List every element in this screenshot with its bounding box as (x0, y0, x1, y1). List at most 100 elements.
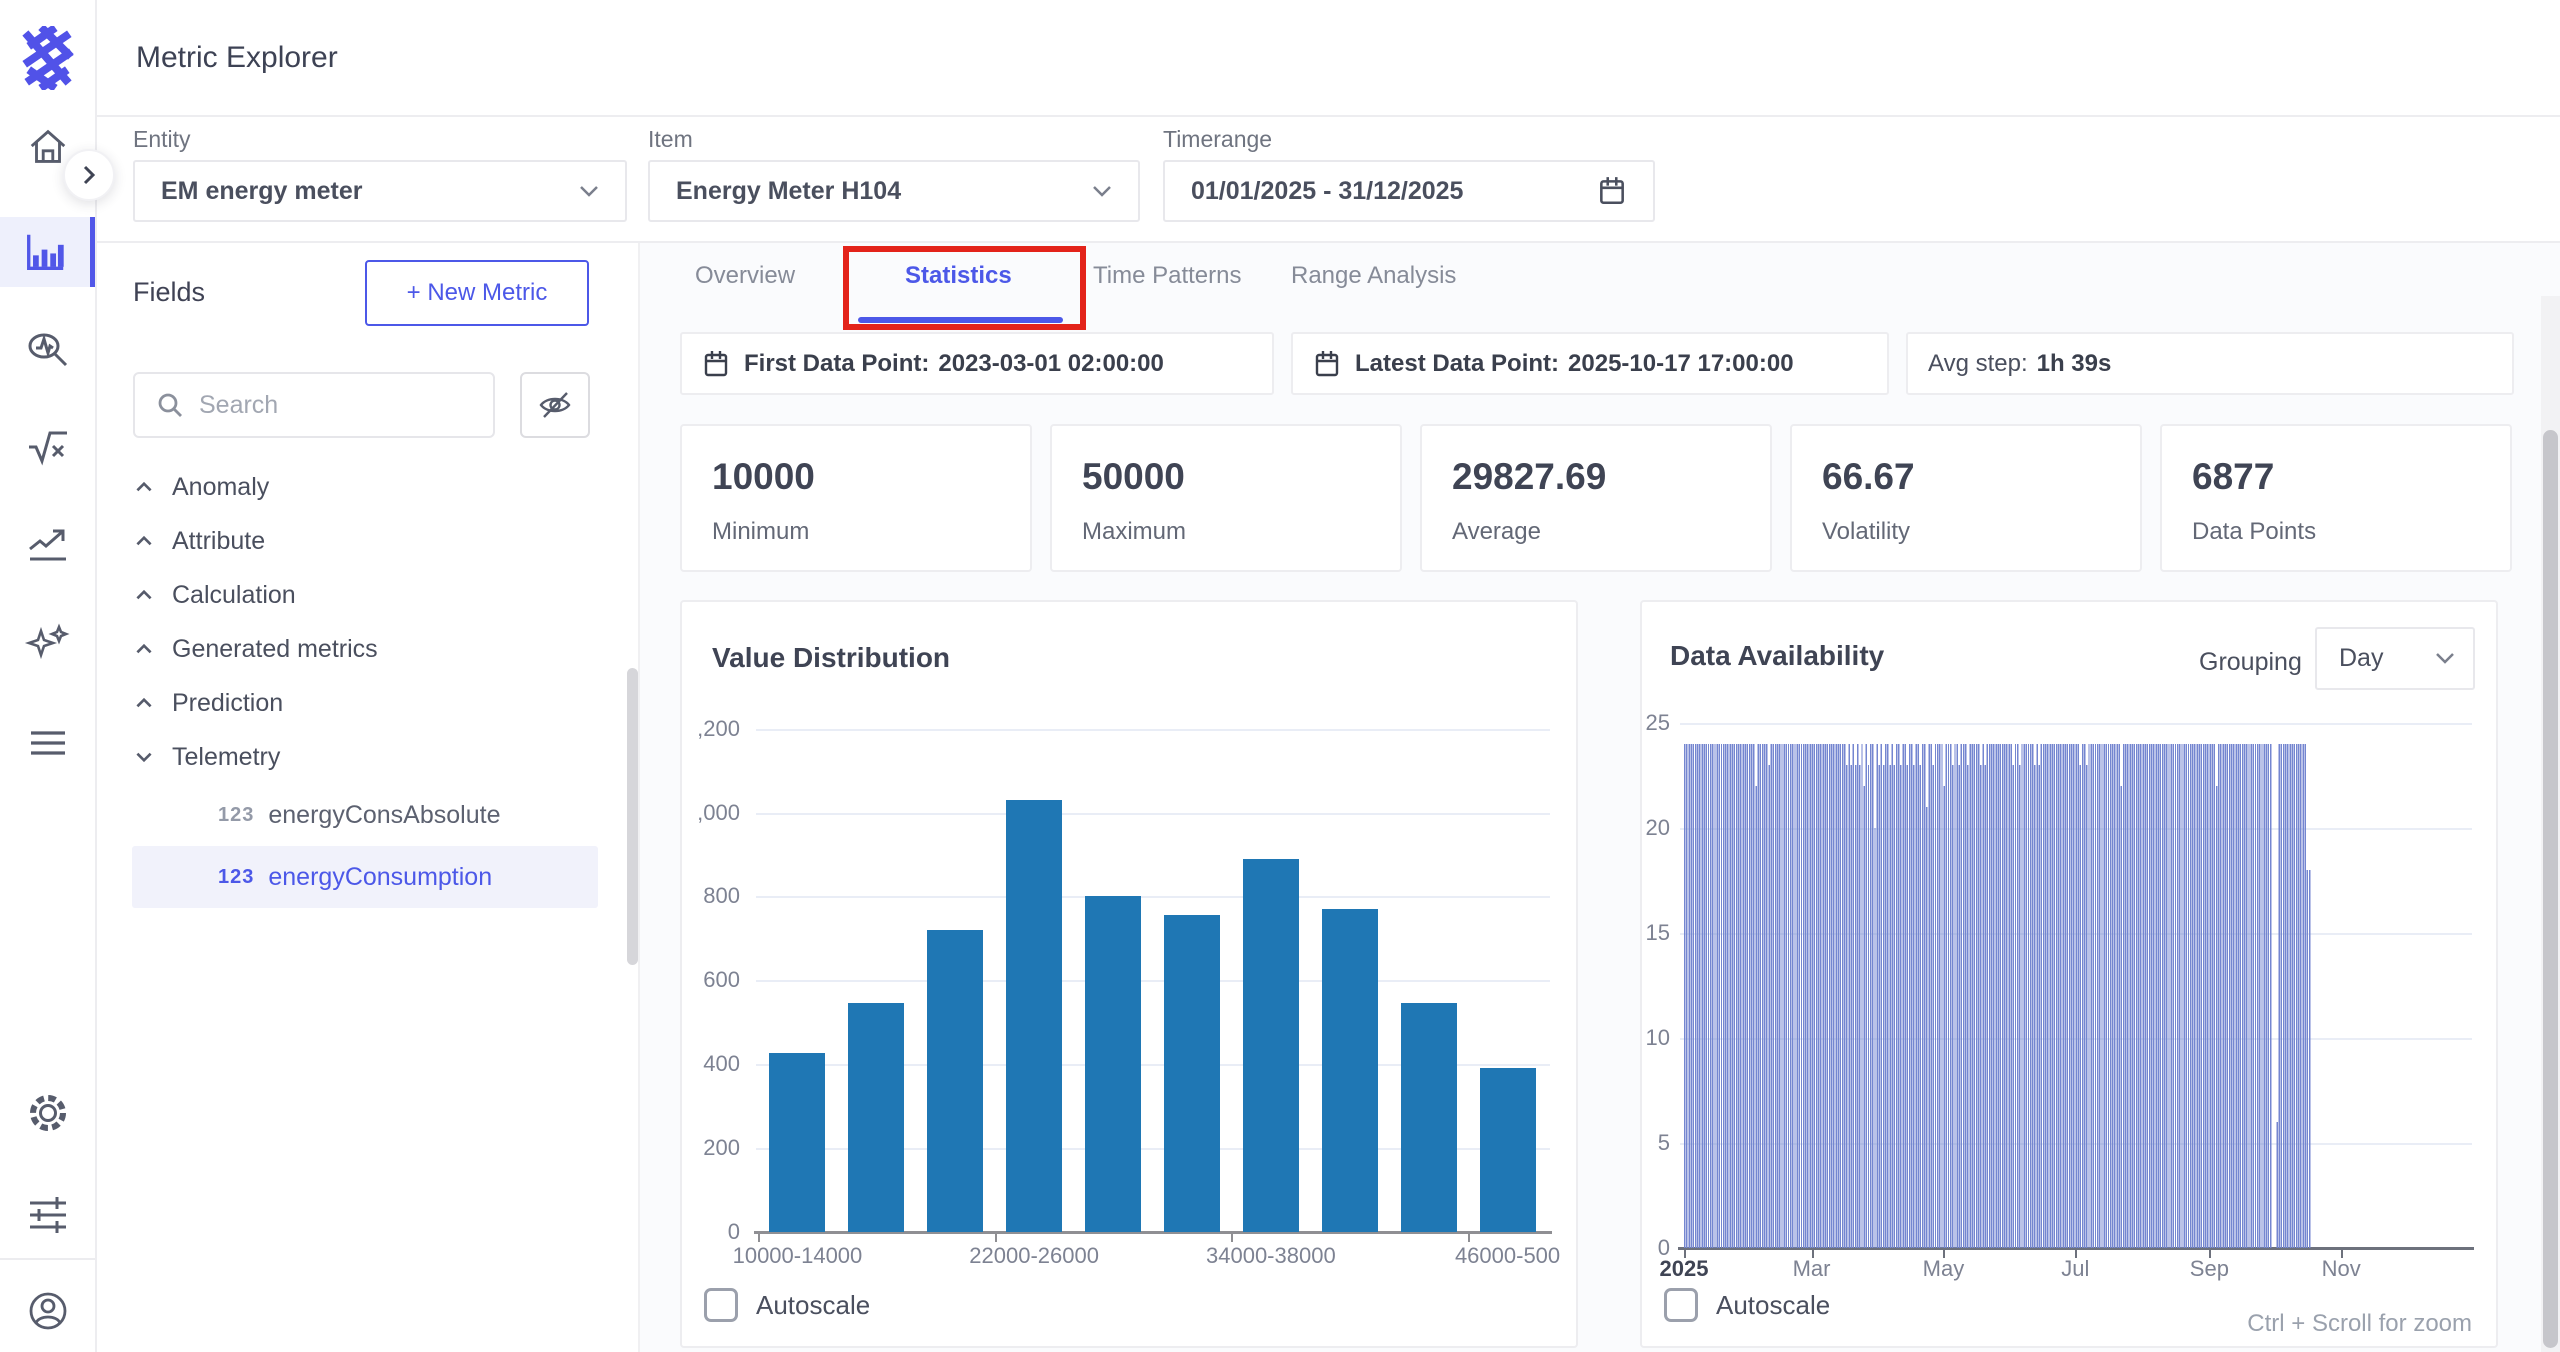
item-label: Item (648, 126, 693, 153)
sidebar-item-settings[interactable] (0, 1078, 95, 1148)
gridline (756, 896, 1550, 898)
x-axis-label: Sep (2149, 1256, 2269, 1282)
stat-label: Data Points (2192, 518, 2316, 546)
tab-range-analysis[interactable]: Range Analysis (1291, 262, 1456, 290)
autoscale-checkbox[interactable] (1664, 1288, 1698, 1322)
tree-item-energyconsabsolute[interactable]: 123energyConsAbsolute (132, 784, 598, 846)
tree-item-label: energyConsumption (268, 863, 492, 892)
chevron-up-icon (133, 692, 155, 714)
item-select[interactable]: Energy Meter H104 (648, 160, 1140, 222)
autoscale-label: Autoscale (1716, 1290, 1830, 1321)
field-search-box (133, 372, 495, 438)
autoscale-toggle-right[interactable]: Autoscale (1664, 1288, 1830, 1322)
info-chip-avg-step: Avg step:1h 39s (1906, 332, 2514, 395)
chevron-down-icon (1092, 185, 1112, 198)
chevron-up-icon (133, 476, 155, 498)
sidebar-item-ai-assistant[interactable] (0, 610, 95, 680)
x-axis-label: Nov (2281, 1256, 2401, 1282)
histogram-bar (848, 1003, 904, 1232)
sidebar-item-anomaly-search[interactable] (0, 315, 95, 385)
gear-icon (24, 1089, 72, 1137)
value-distribution-card: Value Distribution 0200400600800,000,200… (680, 600, 1578, 1348)
chevron-up-icon (133, 530, 155, 552)
search-pulse-icon (24, 326, 72, 374)
histogram-bar (1401, 1003, 1457, 1232)
tab-time-patterns[interactable]: Time Patterns (1093, 262, 1242, 290)
trend-line-icon (24, 519, 72, 567)
x-axis-tick (995, 1234, 997, 1242)
x-axis-tick (1468, 1234, 1470, 1242)
tree-group-generated-metrics[interactable]: Generated metrics (97, 622, 640, 676)
sidebar-item-menu[interactable] (0, 708, 95, 778)
stat-card-volatility: 66.67Volatility (1790, 424, 2142, 572)
sidebar-item-metric-explorer[interactable] (0, 217, 95, 287)
hamburger-icon (24, 719, 72, 767)
stat-value: 6877 (2192, 456, 2274, 498)
x-axis-label: May (1883, 1256, 2003, 1282)
gridline (756, 980, 1550, 982)
calendar-icon (1313, 349, 1341, 379)
sidebar-divider (0, 1258, 95, 1260)
tree-item-energyconsumption[interactable]: 123energyConsumption (132, 846, 598, 908)
search-icon (157, 392, 183, 418)
tree-group-attribute[interactable]: Attribute (97, 514, 640, 568)
stat-card-data-points: 6877 Data Points (2160, 424, 2512, 572)
autoscale-toggle-left[interactable]: Autoscale (704, 1288, 870, 1322)
value-distribution-plot: 0200400600800,000,20010000-1400022000-26… (682, 602, 1580, 1350)
sidebar-item-calculation[interactable] (0, 412, 95, 482)
autoscale-checkbox[interactable] (704, 1288, 738, 1322)
x-axis-label: Mar (1752, 1256, 1872, 1282)
x-axis-label: 46000-500 (1418, 1243, 1598, 1269)
sidebar-item-preferences[interactable] (0, 1180, 95, 1250)
tree-group-label: Prediction (172, 689, 283, 718)
page-scrollbar-thumb[interactable] (2543, 430, 2558, 1348)
sidebar-item-trends[interactable] (0, 508, 95, 578)
chip-label: First Data Point: (744, 350, 929, 378)
timerange-picker[interactable]: 01/01/2025 - 31/12/2025 (1163, 160, 1655, 222)
stat-value: 66.67 (1822, 456, 1915, 498)
fields-panel: Fields + New Metric AnomalyAttributeCalc… (97, 243, 640, 1352)
field-search-input[interactable] (199, 391, 469, 420)
y-axis-label: 5 (1642, 1129, 1670, 1157)
stat-label: Average (1452, 518, 1541, 546)
y-axis-label: 0 (682, 1218, 740, 1246)
entity-select[interactable]: EM energy meter (133, 160, 627, 222)
tree-group-prediction[interactable]: Prediction (97, 676, 640, 730)
chip-label: Latest Data Point: (1355, 350, 1559, 378)
y-axis-label: 600 (682, 966, 740, 994)
tree-group-anomaly[interactable]: Anomaly (97, 460, 640, 514)
toggle-hidden-fields-button[interactable] (520, 372, 590, 438)
x-axis-label: 2025 (1624, 1256, 1744, 1282)
app-logo-icon (22, 26, 74, 95)
metric-explorer-app: Metric Explorer Entity EM energy meter I… (0, 0, 2560, 1352)
tree-group-calculation[interactable]: Calculation (97, 568, 640, 622)
histogram-bar (1085, 896, 1141, 1232)
tree-group-label: Generated metrics (172, 635, 378, 664)
fields-panel-scrollbar-thumb[interactable] (627, 668, 638, 965)
new-metric-button[interactable]: + New Metric (365, 260, 589, 326)
home-icon (25, 124, 71, 170)
y-axis-label: 20 (1642, 814, 1670, 842)
tab-overview[interactable]: Overview (695, 262, 795, 290)
x-axis-label: 34000-38000 (1181, 1243, 1361, 1269)
x-axis-tick (758, 1234, 760, 1242)
item-value: Energy Meter H104 (676, 177, 1092, 206)
stat-label: Maximum (1082, 518, 1186, 546)
histogram-bar (1006, 800, 1062, 1232)
sidebar-item-profile[interactable] (0, 1276, 95, 1346)
tree-group-label: Anomaly (172, 473, 269, 502)
stat-value: 29827.69 (1452, 456, 1606, 498)
chevron-up-icon (133, 638, 155, 660)
gridline (756, 813, 1550, 815)
stat-value: 10000 (712, 456, 815, 498)
zoom-hint: Ctrl + Scroll for zoom (2072, 1310, 2472, 1338)
chip-value: 1h 39s (2037, 350, 2112, 378)
entity-label: Entity (133, 126, 191, 153)
tree-group-label: Telemetry (172, 743, 280, 772)
sidebar-expand-button[interactable] (63, 149, 115, 201)
y-axis-label: 400 (682, 1050, 740, 1078)
page-title: Metric Explorer (136, 41, 338, 75)
histogram-bar (1243, 859, 1299, 1232)
tree-group-telemetry[interactable]: Telemetry (97, 730, 640, 784)
timerange-value: 01/01/2025 - 31/12/2025 (1191, 177, 1597, 206)
